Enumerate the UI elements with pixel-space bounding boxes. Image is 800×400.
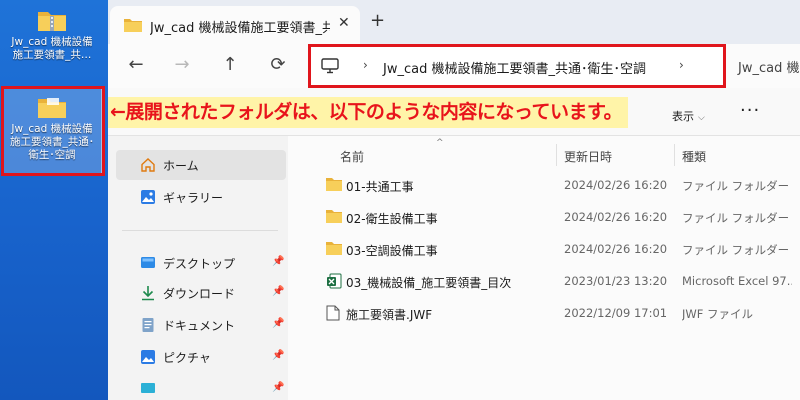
folder-icon <box>326 242 342 255</box>
refresh-button[interactable]: ⟳ <box>266 54 290 75</box>
sort-arrow-icon: ^ <box>436 138 444 148</box>
more-options-button[interactable]: ··· <box>740 100 760 121</box>
forward-button[interactable]: → <box>170 54 194 75</box>
navigation-bar: ← → ↑ ⟳ › Jw_cad 機械設備施工要領書_共通･衛生･空調 › Jw… <box>108 44 800 88</box>
explorer-window: Jw_cad 機械設備施工要領書_共 ✕ + ← → ↑ ⟳ › Jw_cad … <box>108 0 800 400</box>
tab-bar: Jw_cad 機械設備施工要領書_共 ✕ + <box>108 0 800 44</box>
folder-icon <box>326 210 342 223</box>
column-separator[interactable] <box>556 144 557 166</box>
download-icon <box>142 286 154 301</box>
pin-icon[interactable]: 📌 <box>272 256 284 267</box>
gallery-icon <box>141 190 155 204</box>
monitor-icon <box>141 383 155 393</box>
back-button[interactable]: ← <box>124 54 148 75</box>
home-icon <box>141 158 155 172</box>
file-row[interactable]: 02-衛生設備工事 2024/02/26 16:20 ファイル フォルダー <box>322 204 792 232</box>
address-bar[interactable]: › Jw_cad 機械設備施工要領書_共通･衛生･空調 › <box>308 44 726 88</box>
desktop-icon <box>141 257 155 268</box>
nav-item-downloads[interactable]: ダウンロード 📌 <box>116 278 286 308</box>
zip-folder-icon <box>38 12 66 31</box>
computer-icon <box>321 58 339 74</box>
chevron-down-icon: ⌵ <box>698 113 705 123</box>
new-tab-button[interactable]: + <box>370 10 385 31</box>
nav-item-other[interactable]: 📌 <box>116 374 286 400</box>
tab-title: Jw_cad 機械設備施工要領書_共 <box>150 21 330 36</box>
file-row[interactable]: 03_機械設備_施工要領書_目次 2023/01/23 13:20 Micros… <box>322 268 792 296</box>
file-row[interactable]: 03-空調設備工事 2024/02/26 16:20 ファイル フォルダー <box>322 236 792 264</box>
nav-item-home[interactable]: ホーム <box>116 150 286 180</box>
document-icon <box>142 318 154 332</box>
address-path[interactable]: Jw_cad 機械設備施工要領書_共通･衛生･空調 <box>383 58 646 77</box>
chevron-right-icon[interactable]: › <box>679 58 684 72</box>
folder-icon <box>124 19 142 32</box>
file-icon <box>326 305 340 321</box>
view-menu-button[interactable]: 表示 ⌵ <box>672 108 705 124</box>
column-header-type[interactable]: 種類 <box>682 148 706 165</box>
navigation-pane: ホーム ギャラリー デスクトップ 📌 ダウンロード 📌 ドキュメント 📌 ピクチ… <box>108 136 288 400</box>
search-box[interactable]: Jw_cad 機械 <box>738 57 800 76</box>
desktop: Jw_cad 機械設備 施工要領書_共… Jw_cad 機械設備 施工要領書_共… <box>0 0 108 400</box>
desktop-icon-label: Jw_cad 機械設備 施工要領書_共… <box>11 36 93 61</box>
column-header-modified[interactable]: 更新日時 <box>564 148 612 165</box>
chevron-right-icon[interactable]: › <box>363 58 368 72</box>
excel-icon <box>327 273 342 289</box>
tab-close-icon[interactable]: ✕ <box>338 15 350 31</box>
file-row[interactable]: 01-共通工事 2024/02/26 16:20 ファイル フォルダー <box>322 172 792 200</box>
up-button[interactable]: ↑ <box>218 54 242 75</box>
nav-item-documents[interactable]: ドキュメント 📌 <box>116 310 286 340</box>
file-row[interactable]: 施工要領書.JWF 2022/12/09 17:01 JWF ファイル <box>322 300 792 328</box>
pictures-icon <box>141 350 155 364</box>
nav-item-pictures[interactable]: ピクチャ 📌 <box>116 342 286 372</box>
nav-divider <box>122 230 278 231</box>
file-list: ^ 名前 更新日時 種類 01-共通工事 2024/02/26 16:20 ファ… <box>288 136 800 400</box>
nav-item-gallery[interactable]: ギャラリー <box>116 182 286 212</box>
pin-icon[interactable]: 📌 <box>272 350 284 361</box>
tab-active[interactable]: Jw_cad 機械設備施工要領書_共 ✕ <box>110 6 360 44</box>
annotation-banner: ←展開されたフォルダは、以下のような内容になっています。 <box>108 97 629 128</box>
desktop-zip-folder-shortcut[interactable]: Jw_cad 機械設備 施工要領書_共… <box>2 8 102 62</box>
nav-item-desktop[interactable]: デスクトップ 📌 <box>116 248 286 278</box>
highlight-box-desktop <box>1 86 105 176</box>
folder-icon <box>326 178 342 191</box>
pin-icon[interactable]: 📌 <box>272 382 284 393</box>
pin-icon[interactable]: 📌 <box>272 318 284 329</box>
pin-icon[interactable]: 📌 <box>272 286 284 297</box>
column-header-name[interactable]: 名前 <box>340 148 364 165</box>
column-separator[interactable] <box>674 144 675 166</box>
